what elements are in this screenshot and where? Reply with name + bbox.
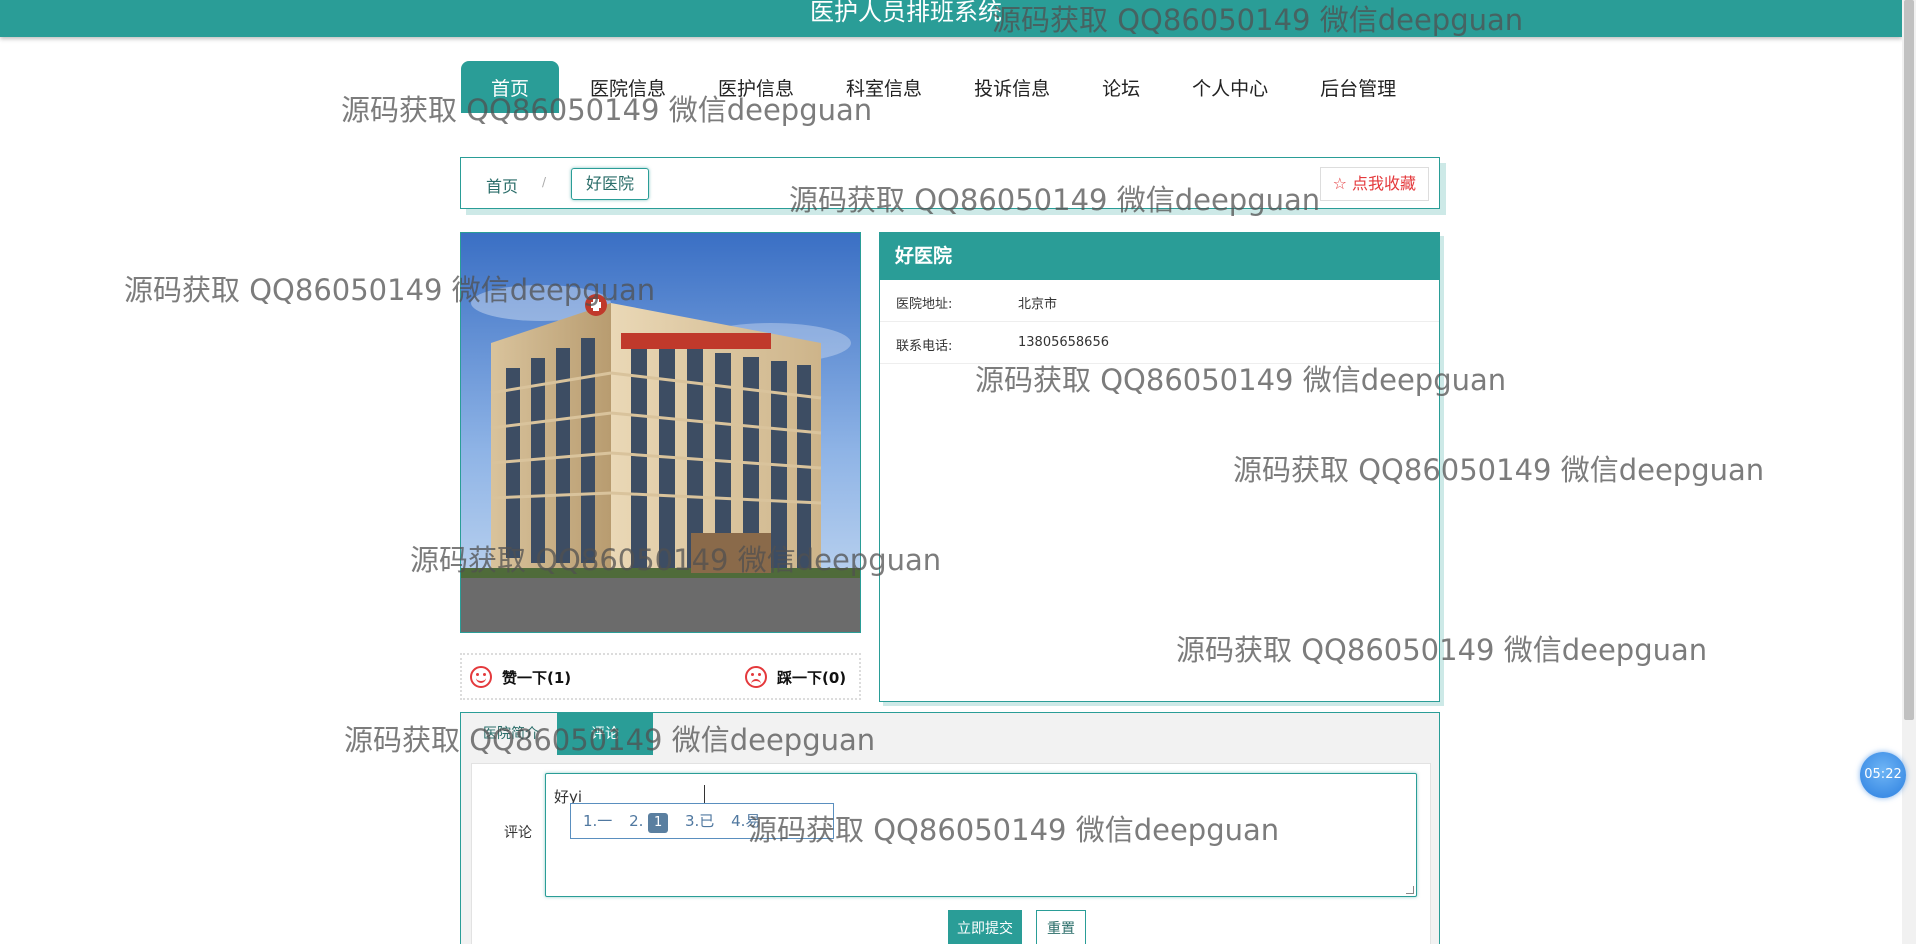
sad-face-icon [745,666,767,688]
floating-clock-widget[interactable]: 05:22 [1860,752,1906,798]
nav-item-forum[interactable]: 论坛 [1081,61,1161,113]
address-label: 医院地址: [896,297,953,312]
smile-face-icon [470,666,492,688]
hospital-photo [460,232,861,633]
submit-button[interactable]: 立即提交 [948,910,1022,944]
phone-label: 联系电话: [896,339,953,354]
ime-candidate-3[interactable]: 3.已 [685,812,714,830]
breadcrumb-current: 好医院 [571,168,650,200]
nav-item-personal-center[interactable]: 个人中心 [1171,61,1289,113]
nav-item-admin[interactable]: 后台管理 [1299,61,1417,113]
reset-button[interactable]: 重置 [1036,910,1086,944]
vote-bar: 赞一下(1) 踩一下(0) [460,653,861,700]
dislike-label: 踩一下(0) [777,668,847,687]
top-header-bar: 医护人员排班系统 [0,0,1902,37]
detail-tabs: 医院简介 评论 评论 好yi 1.一 2. 1 3.已 4.易 立即提交 重置 [460,712,1440,944]
text-cursor-icon [704,785,712,803]
breadcrumb-home-link[interactable]: 首页 [486,173,518,197]
ime-candidate-4[interactable]: 4.易 [731,812,760,830]
tab-hospital-intro[interactable]: 医院简介 [471,713,551,755]
main-nav: 首页 医院信息 医护信息 科室信息 投诉信息 论坛 个人中心 后台管理 [461,59,1427,115]
resize-grip-icon[interactable] [1406,886,1414,894]
address-value: 北京市 [1018,297,1058,312]
hospital-building-image [461,233,860,632]
site-title: 医护人员排班系统 [810,0,1002,26]
info-row-address: 医院地址: 北京市 [880,280,1439,322]
info-row-phone: 联系电话: 13805658656 [880,322,1439,364]
like-button[interactable]: 赞一下(1) [470,666,571,688]
comment-form: 评论 好yi 1.一 2. 1 3.已 4.易 立即提交 重置 [471,763,1431,944]
comment-label: 评论 [504,825,532,841]
phone-value: 13805658656 [1018,335,1109,350]
ime-candidate-popup[interactable]: 1.一 2. 1 3.已 4.易 [570,803,834,839]
nav-item-hospital-info[interactable]: 医院信息 [569,61,687,113]
ime-candidate-2-index[interactable]: 2. [629,812,643,830]
ime-candidate-1[interactable]: 1.一 [583,812,612,830]
favorite-button[interactable]: ☆ 点我收藏 [1319,167,1429,201]
breadcrumb: 首页 / 好医院 ☆ 点我收藏 [460,157,1440,209]
page-scrollbar[interactable] [1902,0,1916,944]
dislike-button[interactable]: 踩一下(0) [745,666,846,688]
nav-item-complaint-info[interactable]: 投诉信息 [953,61,1071,113]
ime-candidate-2-glyph[interactable]: 1 [648,813,669,833]
nav-item-department-info[interactable]: 科室信息 [825,61,943,113]
nav-item-medical-staff-info[interactable]: 医护信息 [697,61,815,113]
tab-comments[interactable]: 评论 [557,713,653,755]
hospital-info-panel: 好医院 医院地址: 北京市 联系电话: 13805658656 [879,232,1440,702]
like-label: 赞一下(1) [502,668,572,687]
nav-item-home[interactable]: 首页 [461,61,560,113]
hospital-name-heading: 好医院 [880,233,1439,280]
breadcrumb-separator: / [542,175,547,189]
scrollbar-thumb[interactable] [1904,0,1914,720]
